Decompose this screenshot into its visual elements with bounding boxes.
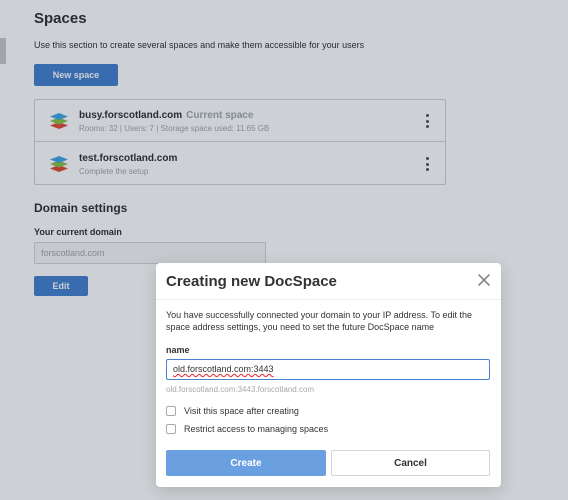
restrict-access-label: Restrict access to managing spaces (184, 424, 329, 434)
name-label: name (166, 345, 190, 355)
close-icon[interactable] (477, 273, 491, 287)
create-docspace-dialog: Creating new DocSpace You have successfu… (156, 263, 501, 487)
dialog-description: You have successfully connected your dom… (166, 310, 473, 332)
cancel-button[interactable]: Cancel (331, 450, 490, 476)
visit-space-checkbox[interactable] (166, 406, 176, 416)
address-hint: old.forscotland.com:3443.forscotland.com (166, 385, 315, 394)
dialog-divider (156, 299, 501, 300)
create-button[interactable]: Create (166, 450, 326, 476)
visit-space-label: Visit this space after creating (184, 406, 299, 416)
restrict-access-checkbox-row[interactable]: Restrict access to managing spaces (166, 423, 328, 435)
dialog-title: Creating new DocSpace (166, 273, 337, 290)
visit-space-checkbox-row[interactable]: Visit this space after creating (166, 405, 299, 417)
docspace-name-input[interactable] (166, 359, 490, 380)
restrict-access-checkbox[interactable] (166, 424, 176, 434)
